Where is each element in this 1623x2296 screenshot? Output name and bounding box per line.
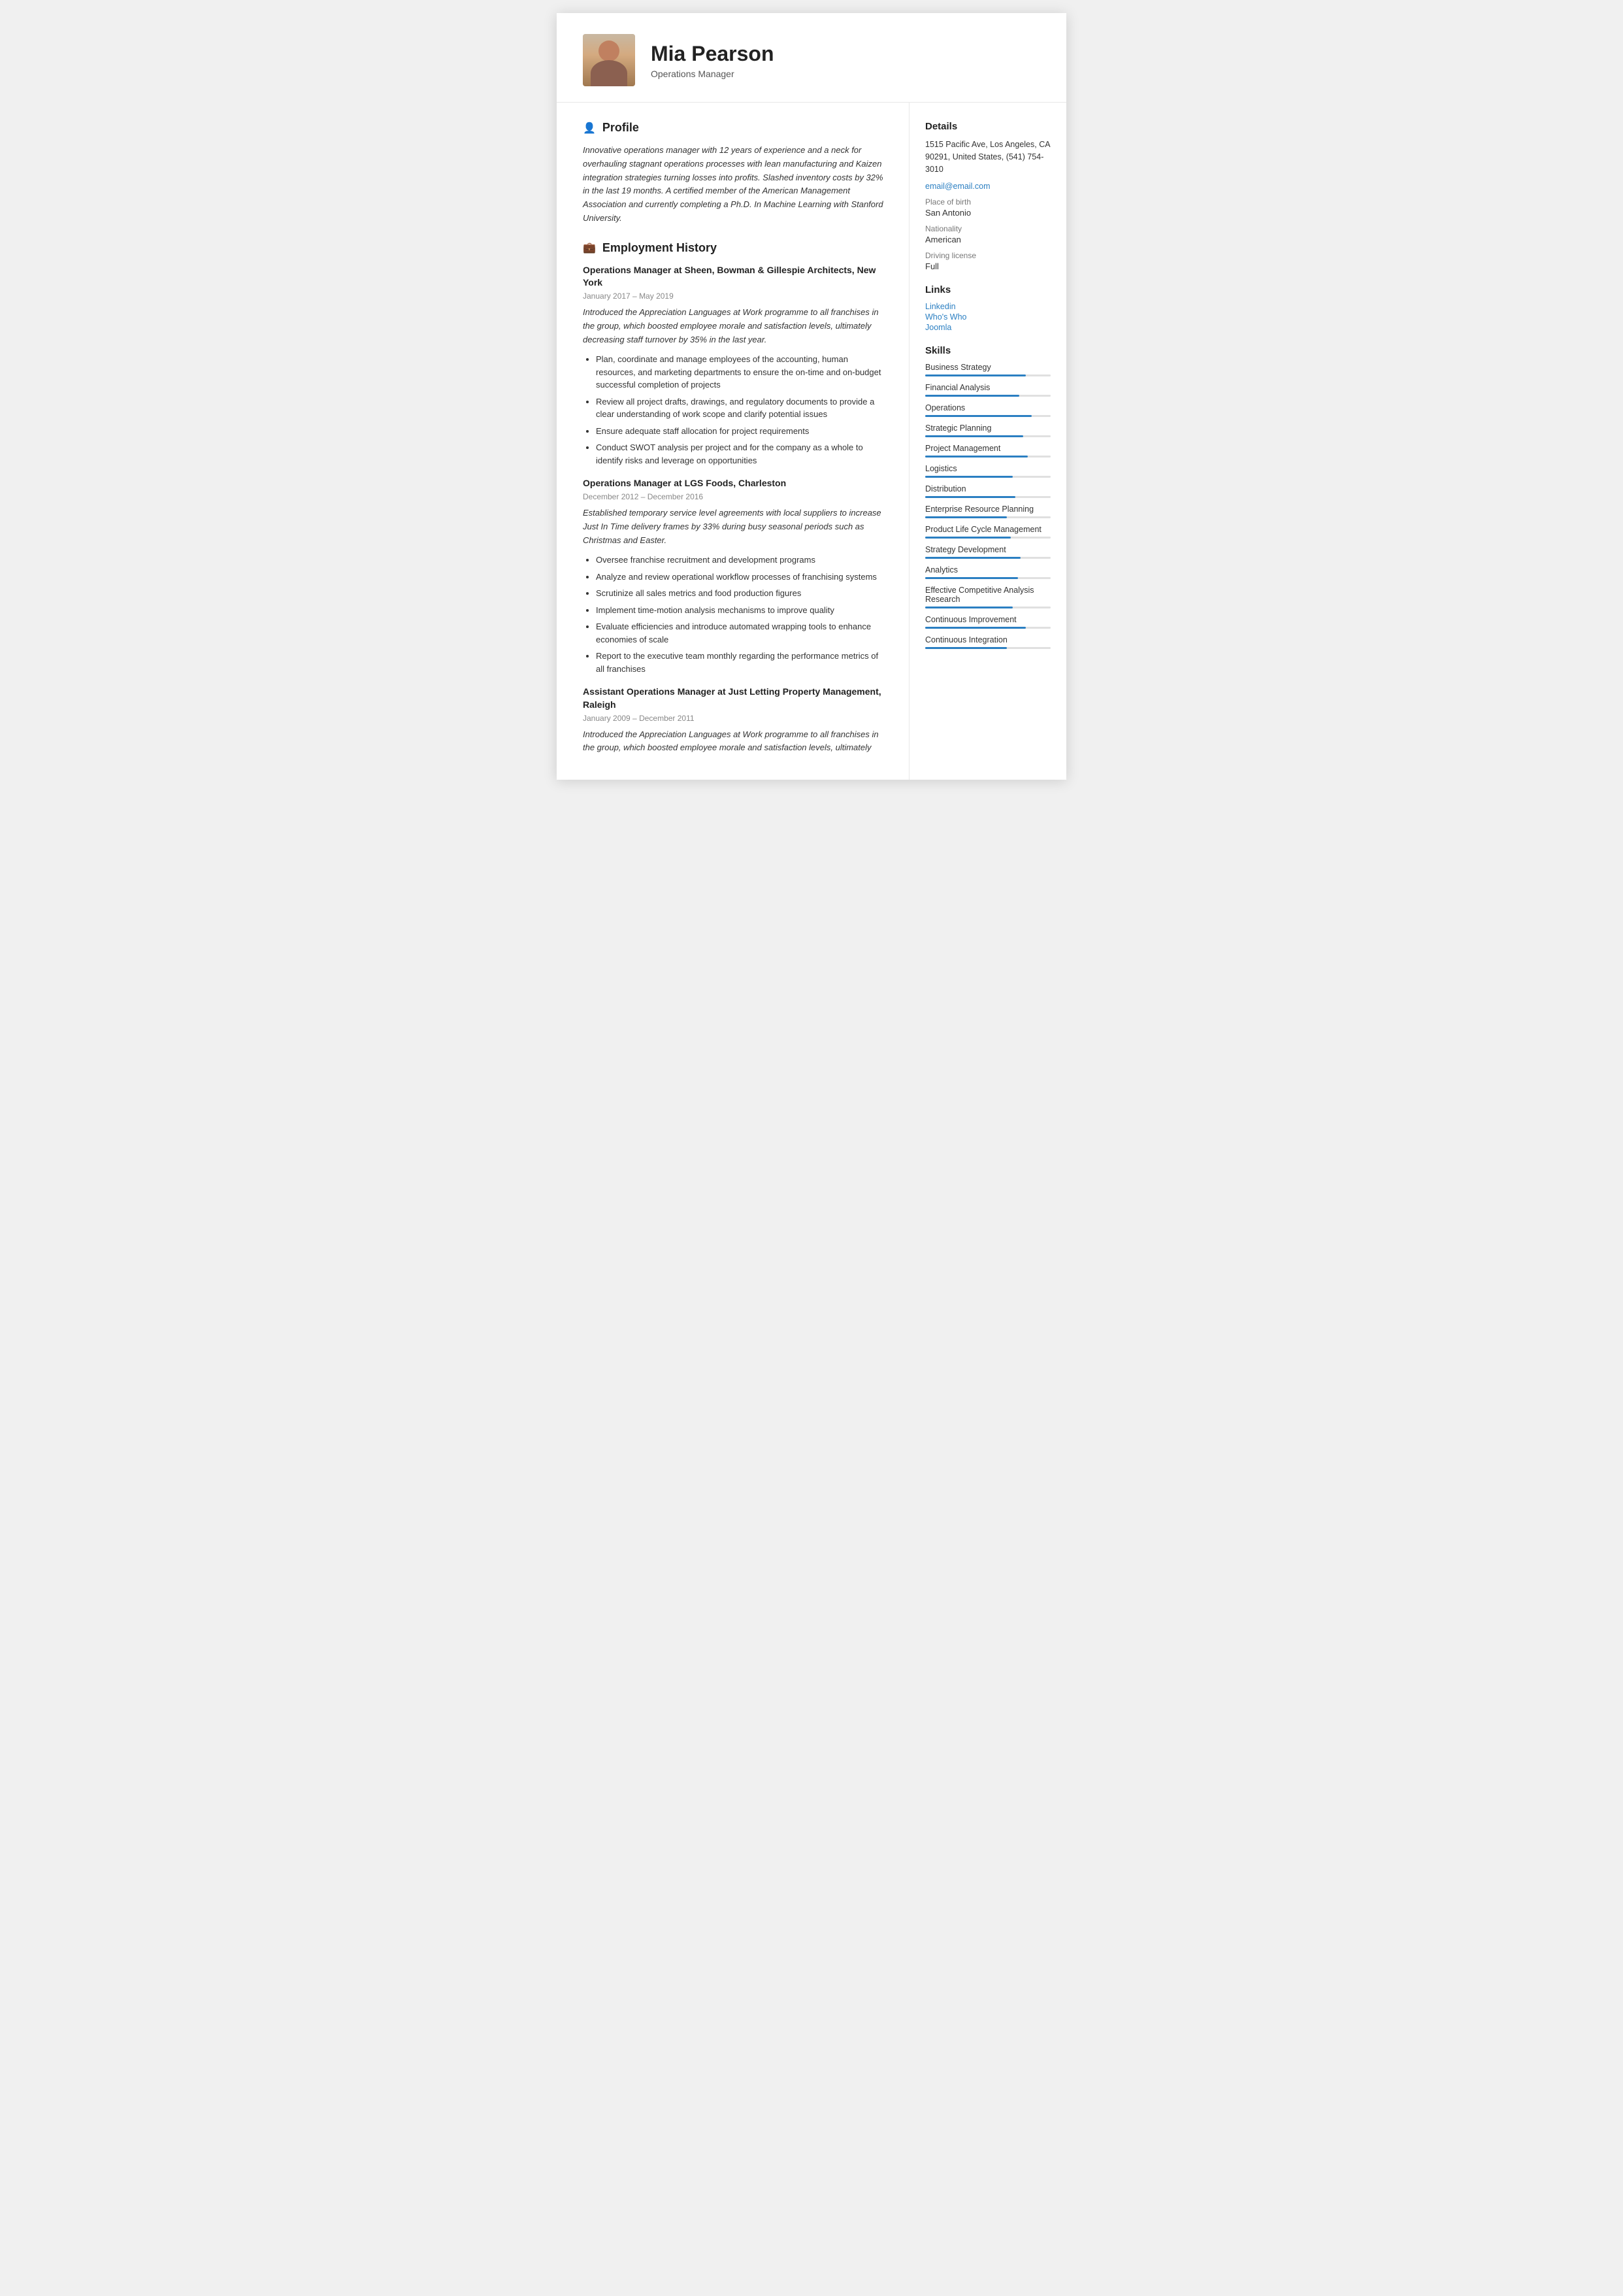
link-joomla[interactable]: Joomla — [925, 323, 1051, 332]
header-info: Mia Pearson Operations Manager — [651, 41, 774, 79]
resume-header: Mia Pearson Operations Manager — [557, 13, 1066, 103]
bullet: Review all project drafts, drawings, and… — [596, 395, 885, 421]
job-desc-2: Established temporary service level agre… — [583, 507, 885, 547]
link-whos-who[interactable]: Who's Who — [925, 312, 1051, 322]
skill-item-11: Effective Competitive Analysis Research — [925, 586, 1051, 608]
left-column: 👤 Profile Innovative operations manager … — [557, 103, 910, 780]
resume-document: Mia Pearson Operations Manager 👤 Profile… — [557, 13, 1066, 780]
skill-item-3: Strategic Planning — [925, 424, 1051, 437]
job-dates-1: January 2017 – May 2019 — [583, 291, 885, 301]
skill-item-5: Logistics — [925, 464, 1051, 478]
job-desc-3: Introduced the Appreciation Languages at… — [583, 728, 885, 756]
bullet: Implement time-motion analysis mechanism… — [596, 604, 885, 617]
skill-item-9: Strategy Development — [925, 545, 1051, 559]
bullet: Oversee franchise recruitment and develo… — [596, 554, 885, 567]
driving-license-label: Driving license — [925, 251, 1051, 260]
skill-item-13: Continuous Integration — [925, 635, 1051, 649]
avatar — [583, 34, 635, 86]
driving-license-value: Full — [925, 261, 1051, 271]
job-title-2: Operations Manager at LGS Foods, Charles… — [583, 477, 885, 490]
skill-item-10: Analytics — [925, 565, 1051, 579]
job-bullets-2: Oversee franchise recruitment and develo… — [583, 554, 885, 675]
skill-item-8: Product Life Cycle Management — [925, 525, 1051, 539]
profile-heading: 👤 Profile — [583, 121, 885, 135]
skill-item-2: Operations — [925, 403, 1051, 417]
bullet: Ensure adequate staff allocation for pro… — [596, 425, 885, 438]
links-heading: Links — [925, 284, 1051, 295]
bullet: Report to the executive team monthly reg… — [596, 650, 885, 675]
skill-item-6: Distribution — [925, 484, 1051, 498]
right-column: Details 1515 Pacific Ave, Los Angeles, C… — [910, 103, 1066, 780]
job-dates-2: December 2012 – December 2016 — [583, 492, 885, 501]
place-of-birth-label: Place of birth — [925, 197, 1051, 207]
profile-icon: 👤 — [583, 122, 596, 135]
details-heading: Details — [925, 121, 1051, 132]
detail-email[interactable]: email@email.com — [925, 182, 1051, 191]
candidate-name: Mia Pearson — [651, 41, 774, 66]
job-entry-1: Operations Manager at Sheen, Bowman & Gi… — [583, 264, 885, 467]
bullet: Scrutinize all sales metrics and food pr… — [596, 587, 885, 600]
job-desc-1: Introduced the Appreciation Languages at… — [583, 306, 885, 346]
place-of-birth-value: San Antonio — [925, 208, 1051, 218]
bullet: Plan, coordinate and manage employees of… — [596, 353, 885, 391]
job-entry-3: Assistant Operations Manager at Just Let… — [583, 686, 885, 755]
detail-address: 1515 Pacific Ave, Los Angeles, CA 90291,… — [925, 139, 1051, 175]
link-linkedin[interactable]: Linkedin — [925, 302, 1051, 311]
skills-heading: Skills — [925, 345, 1051, 356]
job-entry-2: Operations Manager at LGS Foods, Charles… — [583, 477, 885, 675]
skill-item-0: Business Strategy — [925, 363, 1051, 376]
job-dates-3: January 2009 – December 2011 — [583, 714, 885, 723]
profile-text: Innovative operations manager with 12 ye… — [583, 144, 885, 225]
bullet: Analyze and review operational workflow … — [596, 571, 885, 584]
candidate-title: Operations Manager — [651, 69, 774, 79]
employment-heading: 💼 Employment History — [583, 241, 885, 255]
nationality-value: American — [925, 235, 1051, 244]
nationality-label: Nationality — [925, 224, 1051, 233]
resume-body: 👤 Profile Innovative operations manager … — [557, 103, 1066, 780]
job-title-3: Assistant Operations Manager at Just Let… — [583, 686, 885, 711]
bullet: Evaluate efficiencies and introduce auto… — [596, 620, 885, 646]
job-bullets-1: Plan, coordinate and manage employees of… — [583, 353, 885, 467]
employment-icon: 💼 — [583, 241, 596, 254]
job-title-1: Operations Manager at Sheen, Bowman & Gi… — [583, 264, 885, 290]
skill-item-7: Enterprise Resource Planning — [925, 505, 1051, 518]
skill-item-1: Financial Analysis — [925, 383, 1051, 397]
skill-item-12: Continuous Improvement — [925, 615, 1051, 629]
skill-item-4: Project Management — [925, 444, 1051, 458]
bullet: Conduct SWOT analysis per project and fo… — [596, 441, 885, 467]
